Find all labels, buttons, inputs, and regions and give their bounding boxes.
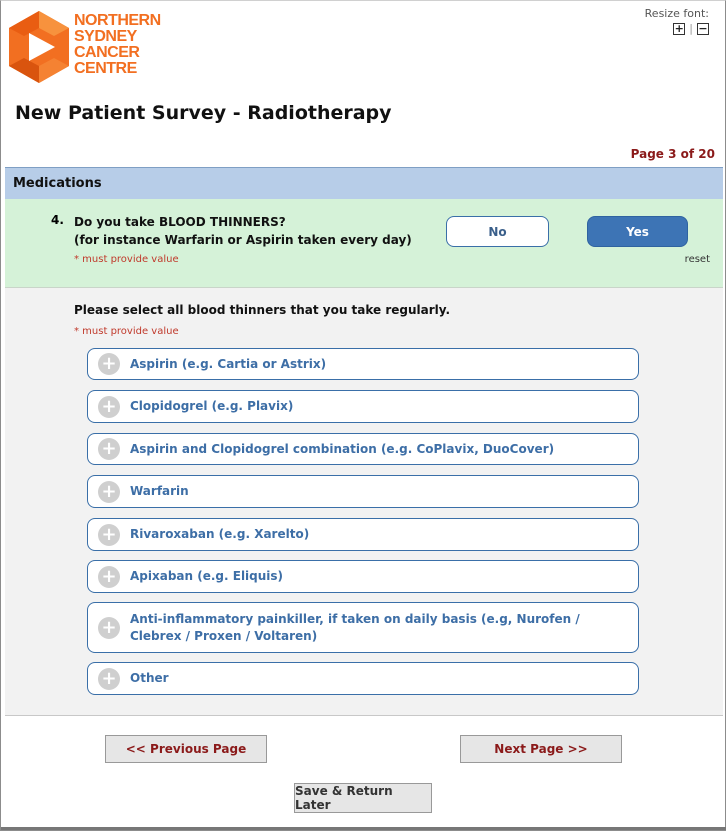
- logo-text: NORTHERN SYDNEY CANCER CENTRE: [74, 13, 161, 77]
- page-indicator: Page 3 of 20: [630, 147, 715, 161]
- plus-circle-icon: +: [98, 438, 120, 460]
- resize-font-label: Resize font:: [644, 7, 709, 20]
- yes-button[interactable]: Yes: [587, 216, 688, 247]
- plus-circle-icon: +: [98, 616, 120, 639]
- plus-circle-icon: +: [98, 480, 120, 503]
- logo-line-1: NORTHERN: [74, 12, 161, 29]
- logo-line-4: CENTRE: [74, 60, 137, 77]
- plus-circle-icon: +: [98, 565, 120, 588]
- survey-page: NORTHERN SYDNEY CANCER CENTRE Resize fon…: [0, 0, 726, 831]
- option-aspirin[interactable]: + Aspirin (e.g. Cartia or Astrix): [87, 348, 639, 380]
- blood-thinner-options-block: Please select all blood thinners that yo…: [5, 288, 723, 716]
- plus-circle-icon: +: [98, 353, 120, 375]
- option-label: Aspirin (e.g. Cartia or Astrix): [130, 356, 327, 371]
- question-line-1: Do you take BLOOD THINNERS?: [74, 215, 286, 229]
- question-text: Do you take BLOOD THINNERS? (for instanc…: [74, 213, 412, 249]
- section-title: Medications: [13, 176, 102, 191]
- plus-circle-icon: +: [98, 395, 120, 418]
- plus-circle-icon: +: [98, 523, 120, 546]
- previous-page-button[interactable]: << Previous Page: [105, 735, 267, 763]
- bottom-border: [1, 827, 726, 830]
- minus-box-icon[interactable]: −: [697, 22, 709, 35]
- option-other[interactable]: + Other: [87, 662, 639, 695]
- plus-box-icon[interactable]: +: [673, 22, 686, 35]
- sub-question-text: Please select all blood thinners that yo…: [74, 303, 451, 317]
- hexagon-play-logo-icon: [9, 11, 69, 83]
- option-label: Other: [130, 671, 169, 685]
- resize-font-control: Resize font: + | −: [645, 7, 709, 35]
- option-clopidogrel[interactable]: + Clopidogrel (e.g. Plavix): [87, 390, 639, 423]
- next-page-button[interactable]: Next Page >>: [460, 735, 622, 763]
- option-label: Rivaroxaban (e.g. Xarelto): [130, 527, 310, 541]
- required-note: * must provide value: [74, 254, 179, 265]
- question-4-block: 4. Do you take BLOOD THINNERS? (for inst…: [5, 199, 723, 288]
- logo-line-3: CANCER: [74, 44, 140, 61]
- reset-link[interactable]: reset: [685, 254, 710, 265]
- option-warfarin[interactable]: + Warfarin: [87, 475, 639, 508]
- resize-separator: |: [689, 22, 693, 35]
- option-label: Apixaban (e.g. Eliquis): [130, 569, 284, 583]
- option-rivaroxaban[interactable]: + Rivaroxaban (e.g. Xarelto): [87, 518, 639, 551]
- option-label: Anti-inflammatory painkiller, if taken o…: [130, 611, 580, 643]
- option-apixaban[interactable]: + Apixaban (e.g. Eliquis): [87, 560, 639, 593]
- section-header: Medications: [5, 167, 723, 199]
- option-aspirin-clopidogrel[interactable]: + Aspirin and Clopidogrel combination (e…: [87, 433, 639, 465]
- sub-required-note: * must provide value: [74, 326, 179, 337]
- option-label: Aspirin and Clopidogrel combination (e.g…: [130, 441, 555, 456]
- plus-circle-icon: +: [98, 667, 120, 690]
- save-return-later-button[interactable]: Save & Return Later: [294, 783, 432, 813]
- page-title: New Patient Survey - Radiotherapy: [15, 102, 392, 124]
- question-number: 4.: [51, 213, 64, 227]
- option-label: Warfarin: [130, 484, 189, 498]
- no-button[interactable]: No: [446, 216, 549, 247]
- option-anti-inflammatory[interactable]: + Anti-inflammatory painkiller, if taken…: [87, 602, 639, 653]
- logo-line-2: SYDNEY: [74, 28, 137, 45]
- question-line-2: (for instance Warfarin or Aspirin taken …: [74, 233, 412, 247]
- option-label: Clopidogrel (e.g. Plavix): [130, 399, 294, 413]
